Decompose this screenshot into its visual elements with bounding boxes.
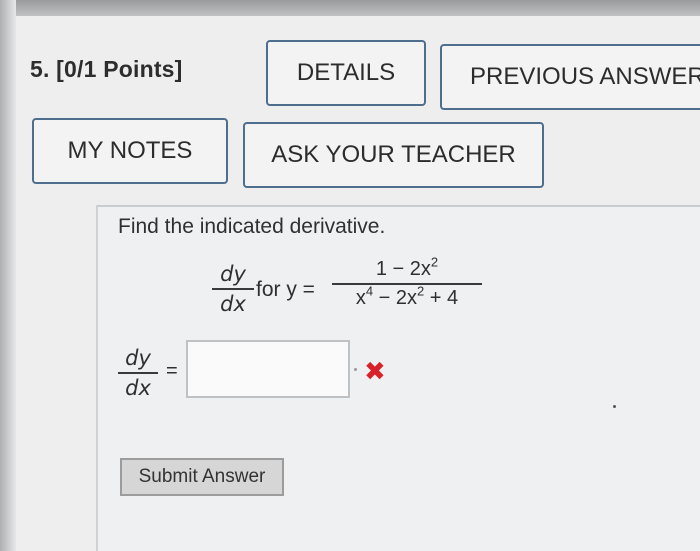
submit-answer-button[interactable]: Submit Answer	[120, 458, 284, 496]
denominator-term-1: x	[355, 287, 366, 309]
equals-sign: =	[166, 360, 178, 382]
question-title: 5. [0/1 Points]	[30, 56, 183, 82]
numerator-base: 1 − 2x	[375, 258, 431, 280]
speck	[613, 405, 616, 408]
for-y-label: for y =	[256, 278, 315, 301]
derivative-denominator: dx	[220, 292, 246, 316]
denominator-term-3: + 4	[424, 287, 459, 309]
fraction-bar	[118, 372, 158, 374]
answer-input[interactable]	[186, 340, 350, 398]
answer-lhs-fraction: dy dx	[118, 346, 158, 400]
answer-lhs-denominator: dx	[125, 376, 151, 400]
input-dot	[354, 368, 357, 371]
fraction-bar	[212, 288, 254, 290]
fraction-bar	[332, 283, 482, 285]
numerator-exponent: 2	[430, 254, 439, 270]
answer-lhs-numerator: dy	[125, 346, 151, 370]
previous-answers-button[interactable]: PREVIOUS ANSWER	[440, 44, 700, 110]
my-notes-button[interactable]: MY NOTES	[32, 118, 228, 184]
function-numerator: 1 − 2x2	[332, 254, 482, 281]
panel-left-border	[96, 205, 98, 551]
left-edge-shadow	[0, 0, 16, 551]
function-fraction: 1 − 2x2 x4 − 2x2 + 4	[332, 254, 482, 310]
denominator-exponent-1: 4	[365, 283, 374, 299]
function-denominator: x4 − 2x2 + 4	[332, 283, 482, 310]
denominator-term-2: − 2x	[373, 287, 417, 309]
problem-prompt: Find the indicated derivative.	[118, 215, 386, 238]
derivative-numerator: dy	[220, 262, 246, 286]
derivative-fraction: dy dx	[212, 262, 254, 316]
wrong-x-icon: ✖	[364, 356, 386, 386]
panel-divider	[96, 205, 700, 207]
ask-your-teacher-button[interactable]: ASK YOUR TEACHER	[243, 122, 544, 188]
details-button[interactable]: DETAILS	[266, 40, 426, 106]
